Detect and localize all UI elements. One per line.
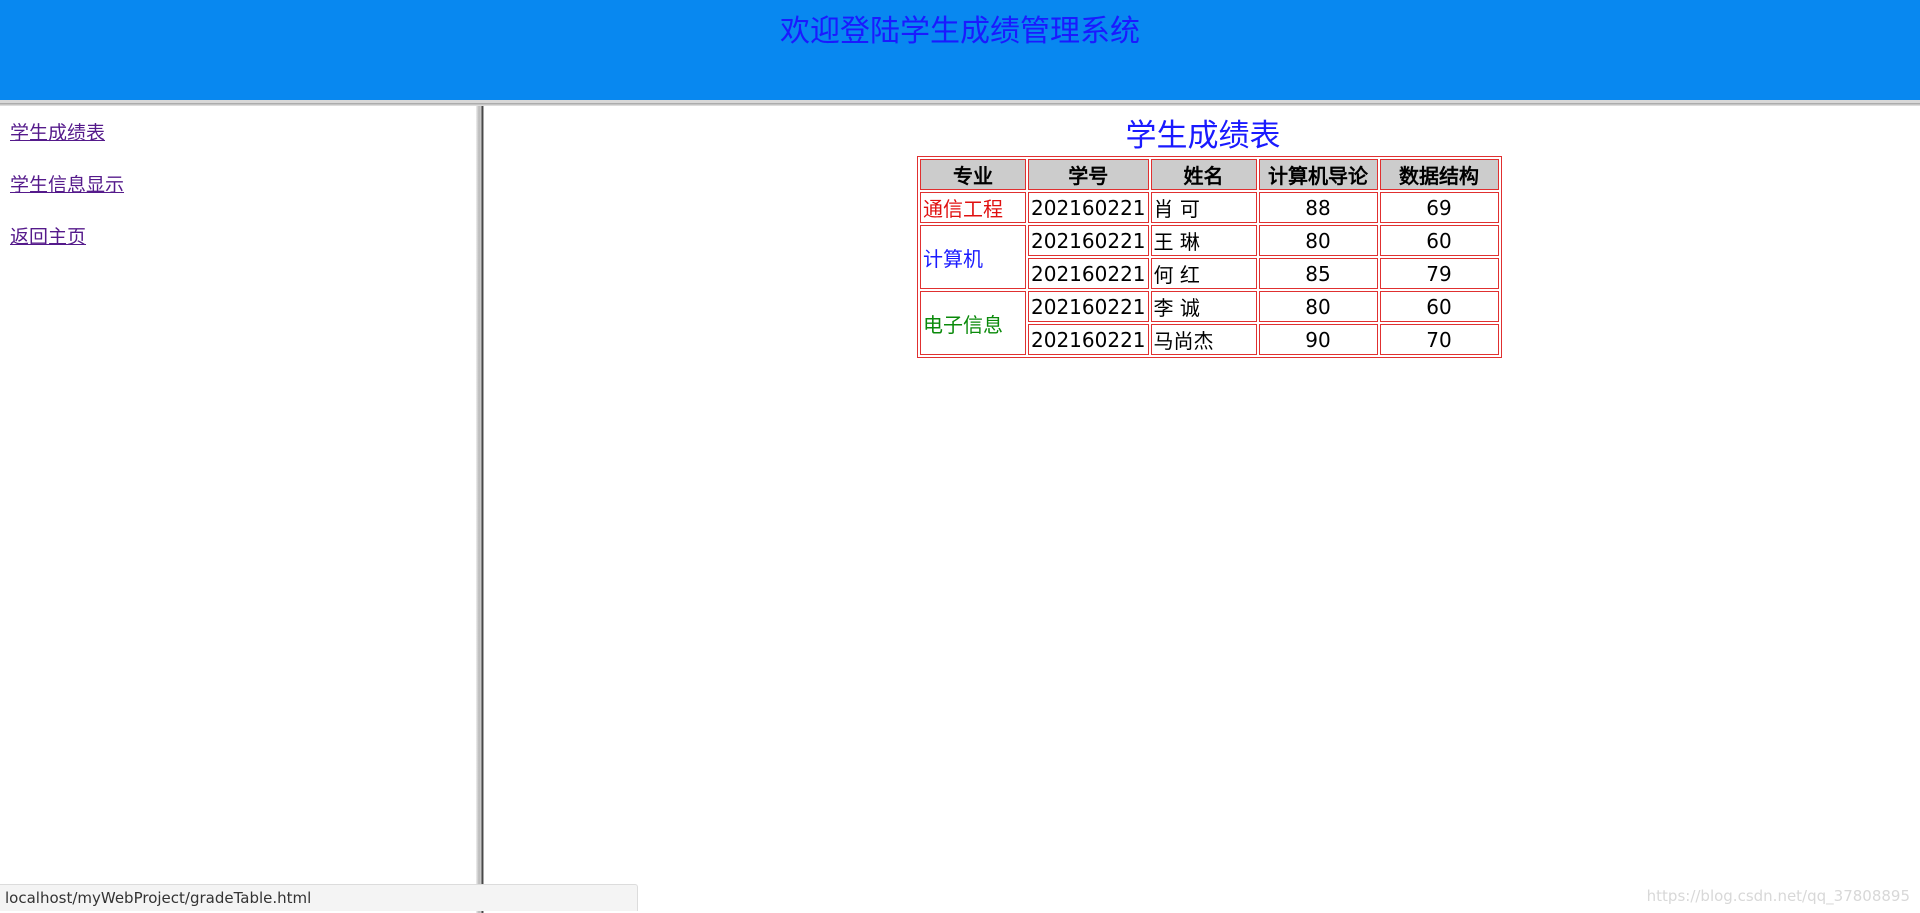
table-row: 计算机 202160221 王 琳 80 60 — [920, 225, 1499, 289]
cell-name: 肖 可 — [1150, 192, 1257, 223]
cell-major: 计算机 — [920, 225, 1026, 289]
cell-major: 电子信息 — [920, 291, 1026, 355]
cell-score-ds: 69 — [1379, 192, 1499, 223]
header-major: 专业 — [920, 159, 1026, 190]
table-body: 通信工程 202160221 肖 可 88 69 计算机 202160221 王 琳 80 60 2… — [920, 192, 1499, 355]
cell-name: 李 诚 — [1150, 291, 1257, 322]
cell-major: 通信工程 — [920, 192, 1026, 223]
cell-score-intro: 80 — [1258, 225, 1378, 256]
table-row: 电子信息 202160221 李 诚 80 60 — [920, 291, 1499, 355]
table-header-row: 专业 学号 姓名 计算机导论 数据结构 — [920, 159, 1499, 190]
grade-table: 专业 学号 姓名 计算机导论 数据结构 通信工程 202160221 肖 可 88 69… — [917, 156, 1502, 358]
cell-score-ds: 79 — [1379, 258, 1499, 289]
header-data-structures: 数据结构 — [1379, 159, 1499, 190]
top-banner: 欢迎登陆学生成绩管理系统 — [0, 0, 1920, 100]
content-frame: 学生成绩表 专业 学号 姓名 计算机导论 数据结构 通信工程 202160221 肖… — [484, 106, 1920, 913]
cell-student-id: 202160221 — [1028, 225, 1149, 256]
header-intro-computing: 计算机导论 — [1258, 159, 1378, 190]
cell-score-intro: 90 — [1258, 324, 1378, 355]
cell-student-id: 202160221 — [1028, 192, 1149, 223]
cell-name: 何 红 — [1150, 258, 1257, 289]
cell-student-id: 202160221 — [1028, 291, 1149, 322]
banner-title: 欢迎登陆学生成绩管理系统 — [780, 14, 1140, 49]
table-row: 通信工程 202160221 肖 可 88 69 — [920, 192, 1499, 223]
left-nav-frame: 学生成绩表 学生信息显示 返回主页 — [0, 106, 476, 913]
header-name: 姓名 — [1150, 159, 1257, 190]
status-bar-url: localhost/myWebProject/gradeTable.html — [0, 884, 638, 911]
watermark: https://blog.csdn.net/qq_37808895 — [1646, 887, 1910, 905]
cell-student-id: 202160221 — [1028, 258, 1149, 289]
header-student-id: 学号 — [1028, 159, 1149, 190]
nav-link-home[interactable]: 返回主页 — [10, 222, 86, 249]
cell-score-intro: 80 — [1258, 291, 1378, 322]
cell-name: 王 琳 — [1150, 225, 1257, 256]
cell-student-id: 202160221 — [1028, 324, 1149, 355]
frame-divider-vertical[interactable] — [476, 106, 484, 913]
cell-score-intro: 85 — [1258, 258, 1378, 289]
cell-name: 马尚杰 — [1150, 324, 1257, 355]
cell-score-ds: 60 — [1379, 225, 1499, 256]
nav-link-grade-table[interactable]: 学生成绩表 — [10, 118, 105, 145]
cell-score-ds: 70 — [1379, 324, 1499, 355]
nav-link-student-info[interactable]: 学生信息显示 — [10, 170, 124, 197]
cell-score-ds: 60 — [1379, 291, 1499, 322]
cell-score-intro: 88 — [1258, 192, 1378, 223]
table-title: 学生成绩表 — [1125, 118, 1281, 154]
